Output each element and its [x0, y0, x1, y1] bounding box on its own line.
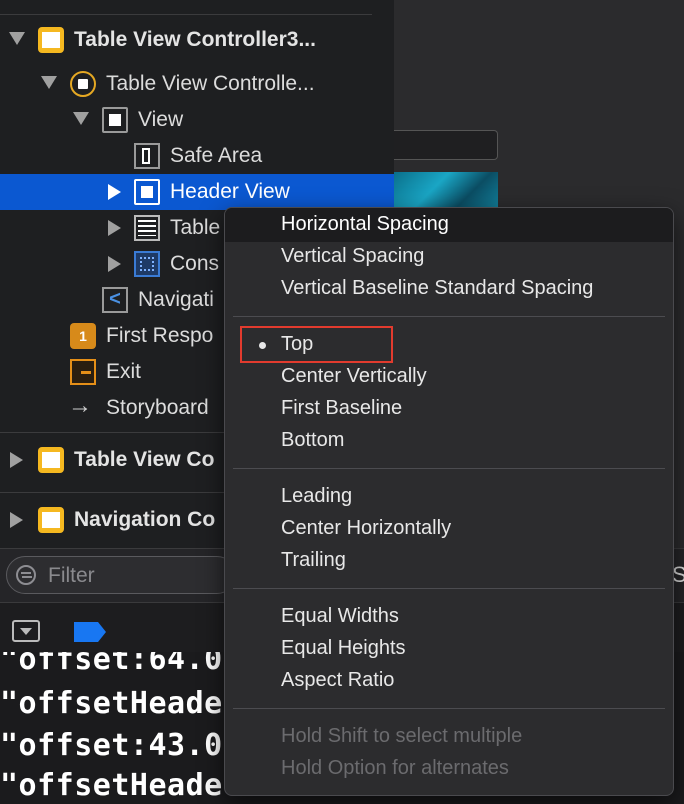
filter-icon — [16, 565, 36, 585]
menu-item-trailing[interactable]: Trailing — [281, 549, 346, 572]
outline-item-header-view[interactable]: Header View — [0, 174, 394, 210]
constraints-icon — [134, 251, 160, 277]
checkmark-dot-icon — [259, 342, 266, 349]
disclosure-right-icon[interactable] — [108, 220, 121, 236]
menu-item-vertical-spacing[interactable]: Vertical Spacing — [281, 245, 424, 268]
outline-item-safe-area[interactable]: Safe Area — [0, 138, 394, 174]
hide-debug-area-icon[interactable] — [12, 620, 40, 642]
outline-item-view[interactable]: View — [0, 102, 394, 138]
view-controller-icon — [70, 71, 96, 97]
outline-item-label: Navigation Co — [74, 508, 216, 531]
outline-item-label: Header View — [170, 180, 290, 203]
outline-item-label: Safe Area — [170, 144, 263, 167]
menu-separator — [233, 588, 665, 589]
arrow-right-icon: → — [68, 392, 92, 419]
divider — [0, 14, 372, 15]
disclosure-right-icon[interactable] — [10, 452, 23, 468]
disclosure-right-icon[interactable] — [108, 184, 121, 200]
menu-hint-shift: Hold Shift to select multiple — [281, 725, 523, 747]
scene-icon — [38, 27, 64, 53]
disclosure-down-icon[interactable] — [41, 76, 57, 89]
menu-item-equal-widths[interactable]: Equal Widths — [281, 605, 399, 628]
disclosure-right-icon[interactable] — [108, 256, 121, 272]
menu-item-leading[interactable]: Leading — [281, 485, 352, 508]
outline-item-label: Table View Co — [74, 448, 215, 471]
outline-item-label: Navigati — [138, 288, 214, 311]
outline-item-table-view-controller-scene[interactable]: Table View Controller3... — [0, 22, 394, 58]
constraint-context-menu: Horizontal Spacing Vertical Spacing Vert… — [224, 207, 674, 796]
table-view-icon — [134, 215, 160, 241]
disclosure-right-icon[interactable] — [10, 512, 23, 528]
menu-item-center-horizontally[interactable]: Center Horizontally — [281, 517, 451, 540]
menu-item-aspect-ratio[interactable]: Aspect Ratio — [281, 669, 394, 692]
outline-item-label: Cons — [170, 252, 220, 275]
canvas-text-field[interactable] — [394, 130, 498, 160]
outline-item-label: First Respo — [106, 324, 214, 347]
safe-area-icon — [134, 143, 160, 169]
outline-item-table-view-controller[interactable]: Table View Controlle... — [0, 66, 394, 102]
disclosure-down-icon[interactable] — [9, 32, 25, 45]
menu-item-equal-heights[interactable]: Equal Heights — [281, 637, 406, 660]
outline-item-label: View — [138, 108, 184, 131]
menu-item-center-vertically[interactable]: Center Vertically — [281, 365, 427, 388]
filter-input[interactable] — [6, 556, 236, 594]
menu-item-bottom[interactable]: Bottom — [281, 429, 344, 452]
filter-placeholder: Filter — [48, 564, 95, 587]
menu-item-top[interactable]: Top — [281, 333, 313, 356]
menu-separator — [233, 708, 665, 709]
menu-hint-option: Hold Option for alternates — [281, 757, 509, 779]
first-responder-icon: 1 — [70, 323, 96, 349]
navigation-item-icon: < — [102, 287, 128, 313]
exit-icon — [70, 359, 96, 385]
header-image-preview — [394, 172, 498, 208]
outline-item-label: Storyboard — [106, 396, 209, 419]
menu-separator — [233, 468, 665, 469]
console-line: "offset:43.0 — [0, 728, 223, 763]
menu-item-horizontal-spacing[interactable]: Horizontal Spacing — [281, 213, 449, 236]
menu-item-first-baseline[interactable]: First Baseline — [281, 397, 402, 420]
outline-item-label: Exit — [106, 360, 142, 383]
view-icon — [102, 107, 128, 133]
console-line: "offsetHeade — [0, 768, 223, 803]
console-line: "offset:64.0 — [0, 652, 223, 677]
outline-item-label: Table View Controlle... — [106, 72, 315, 95]
scene-icon — [38, 447, 64, 473]
menu-separator — [233, 316, 665, 317]
outline-item-label: Table — [170, 216, 221, 239]
console-line: "offsetHeade — [0, 686, 223, 721]
menu-item-vertical-baseline-standard-spacing[interactable]: Vertical Baseline Standard Spacing — [281, 277, 593, 300]
scene-icon — [38, 507, 64, 533]
outline-item-label: Table View Controller3... — [74, 28, 316, 51]
disclosure-down-icon[interactable] — [73, 112, 89, 125]
view-icon — [134, 179, 160, 205]
